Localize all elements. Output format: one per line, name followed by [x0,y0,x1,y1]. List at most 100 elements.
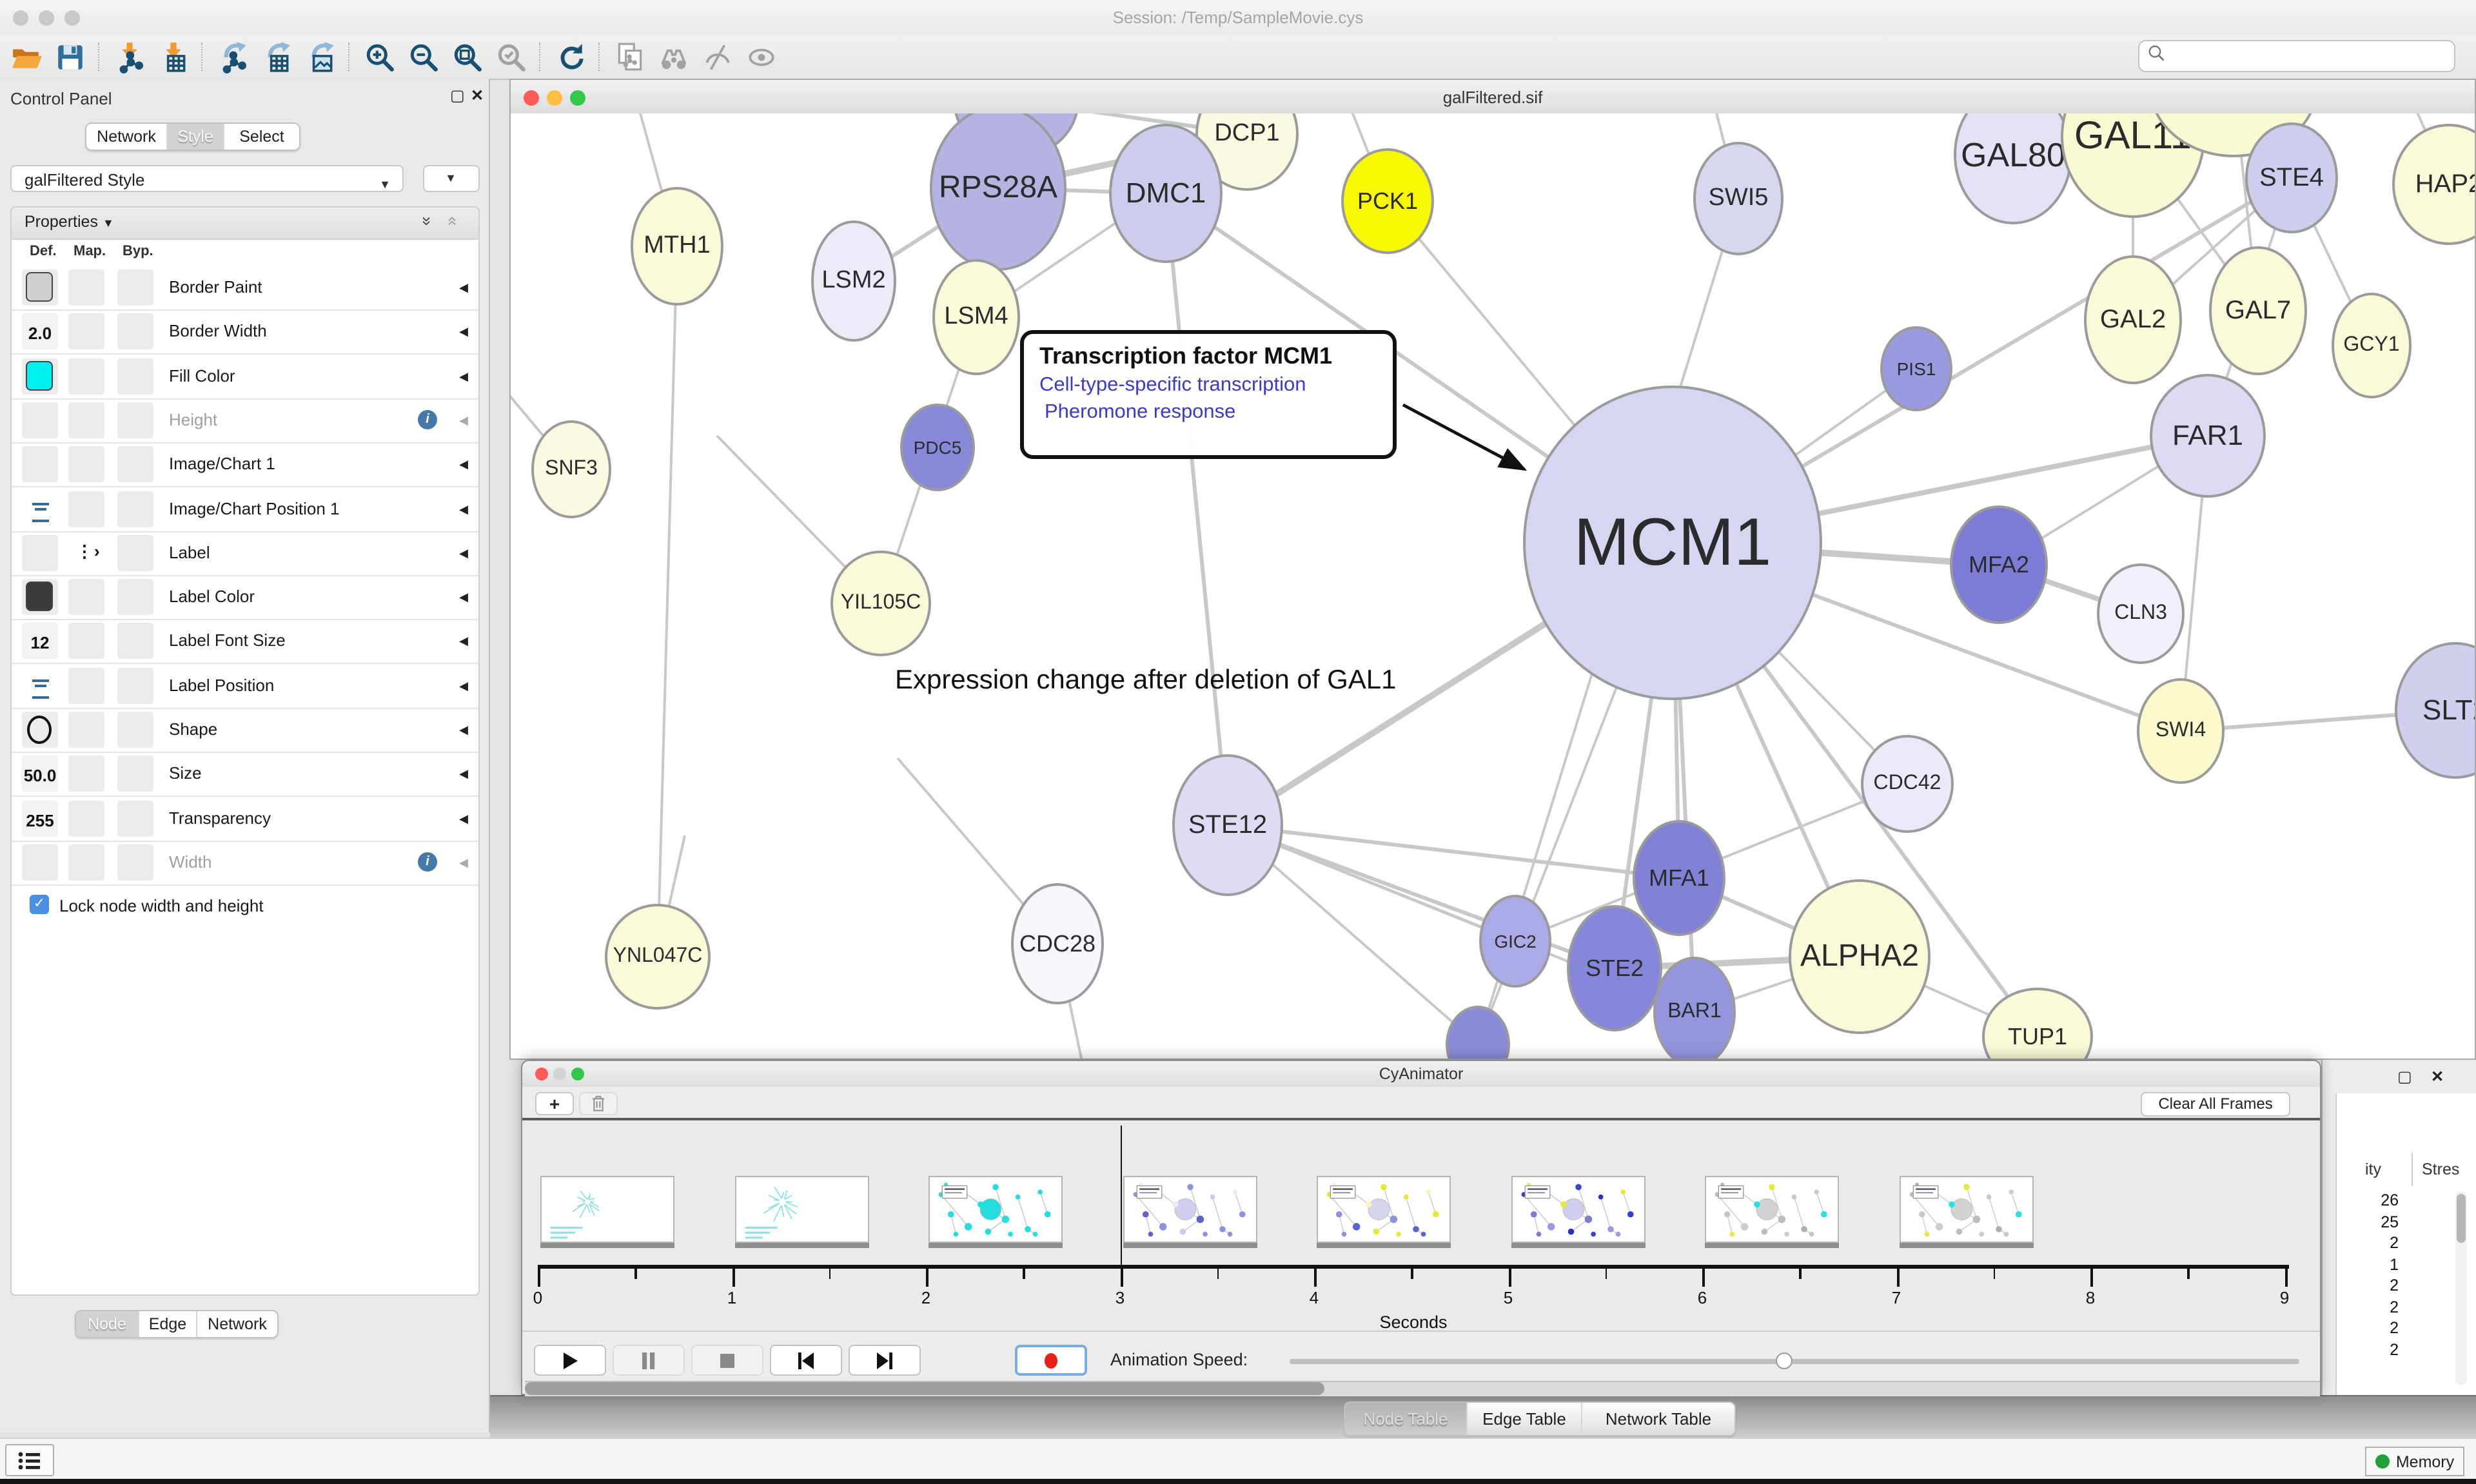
timeline-frame-7[interactable] [1899,1176,2033,1243]
property-row-border-paint[interactable]: Border Paint◀ [12,266,478,311]
prev-frame-button[interactable] [770,1345,842,1376]
expand-row-icon[interactable]: ◀ [459,768,468,782]
tab-network-table[interactable]: Network Table [1581,1403,1734,1435]
expand-row-icon[interactable]: ◀ [459,679,468,693]
default-cell[interactable]: 50.0 [22,756,58,792]
zoom-fit-button[interactable] [449,39,485,75]
tab-edge-table[interactable]: Edge Table [1466,1403,1581,1435]
bypass-cell[interactable] [117,269,153,306]
expand-row-icon[interactable]: ◀ [459,812,468,826]
bypass-cell[interactable] [117,623,153,659]
column-divider[interactable] [2412,1153,2413,1186]
style-selector[interactable]: galFiltered Style ▼ [10,165,404,192]
table-scrollbar[interactable] [2455,1191,2467,1385]
default-cell[interactable] [22,535,58,571]
default-cell[interactable]: 12 [22,623,58,659]
scrollbar-thumb[interactable] [525,1382,1324,1395]
expand-row-icon[interactable]: ◀ [459,458,468,472]
expand-row-icon[interactable]: ◀ [459,547,468,561]
mapping-cell[interactable] [68,491,104,527]
bypass-cell[interactable] [117,314,153,350]
import-network-button[interactable] [111,39,147,75]
network-node-BAR1[interactable]: BAR1 [1653,957,1736,1059]
network-node-ALPHA2[interactable]: ALPHA2 [1789,879,1931,1034]
network-node-SNF3[interactable]: SNF3 [531,420,611,518]
expand-row-icon[interactable]: ◀ [459,635,468,649]
timeline-frame-2[interactable] [928,1176,1063,1243]
property-row-size[interactable]: 50.0Size◀ [12,752,478,797]
bypass-cell[interactable] [117,579,153,615]
default-cell[interactable] [22,402,58,438]
annotation-box[interactable]: Transcription factor MCM1 Cell-type-spec… [1020,330,1397,459]
property-row-height[interactable]: Heighti◀ [12,398,478,444]
bypass-cell[interactable] [117,845,153,881]
style-options-button[interactable]: ▼ [423,165,480,192]
property-row-border-width[interactable]: 2.0Border Width◀ [12,310,478,355]
color-swatch[interactable] [26,581,53,611]
mapping-cell[interactable] [68,800,104,836]
zoom-out-button[interactable] [405,39,441,75]
network-node-CDC28[interactable]: CDC28 [1011,883,1104,1004]
zoom-in-button[interactable] [361,39,397,75]
scrollbar-thumb[interactable] [2457,1194,2466,1243]
property-row-shape[interactable]: Shape◀ [12,708,478,753]
default-cell[interactable] [22,845,58,881]
export-image-button[interactable] [302,39,338,75]
property-row-image-chart-position-1[interactable]: Image/Chart Position 1◀ [12,487,478,532]
network-node-STE12[interactable]: STE12 [1172,754,1283,896]
node-attribute-table[interactable]: ityStres2625212222 [2335,1093,2476,1395]
lock-node-size-checkbox[interactable]: ✓ [30,895,49,914]
expand-row-icon[interactable]: ◀ [459,591,468,605]
network-node-GIC2[interactable]: GIC2 [1479,895,1551,988]
play-button[interactable] [534,1345,606,1376]
add-frame-button[interactable]: + [535,1092,574,1115]
mapping-cell[interactable] [68,579,104,615]
mapping-cell[interactable] [68,446,104,482]
stop-button[interactable] [691,1345,763,1376]
show-details-button[interactable] [743,39,779,75]
mapping-cell[interactable] [68,712,104,748]
mapping-cell[interactable]: ⋮› [68,535,104,571]
task-history-button[interactable] [5,1444,54,1476]
float-panel-icon[interactable]: ▢ [450,86,465,104]
network-node-YNL047C[interactable]: YNL047C [605,904,711,1010]
pause-button[interactable] [613,1345,685,1376]
float-panel-icon[interactable]: ▢ [2397,1068,2412,1086]
default-cell[interactable]: 255 [22,800,58,836]
network-canvas[interactable]: Expression change after deletion of GAL1… [511,113,2475,1059]
network-node-STE2[interactable]: STE2 [1567,905,1662,1031]
timeline-frame-3[interactable] [1123,1176,1257,1243]
property-row-label-font-size[interactable]: 12Label Font Size◀ [12,620,478,665]
network-node-SWI5[interactable]: SWI5 [1693,142,1783,255]
bypass-cell[interactable] [117,756,153,792]
default-cell[interactable]: 2.0 [22,314,58,350]
color-swatch[interactable] [26,272,53,302]
refresh-layout-button[interactable] [552,39,588,75]
column-header-Stres[interactable]: Stres [2422,1160,2459,1178]
close-panel-icon[interactable]: ✕ [471,86,484,104]
network-node-CDC42[interactable]: CDC42 [1861,735,1954,833]
property-row-label[interactable]: ⋮›Label◀ [12,531,478,576]
timeline-frame-4[interactable] [1317,1176,1451,1243]
hide-details-button[interactable] [699,39,735,75]
annotation-link[interactable]: Pheromone response [1039,401,1377,424]
network-node-FAR1[interactable]: FAR1 [2150,374,2266,498]
network-node-PIS1[interactable]: PIS1 [1880,326,1952,411]
property-row-label-position[interactable]: Label Position◀ [12,663,478,708]
mapping-cell[interactable] [68,358,104,394]
tab-node[interactable]: Node [76,1311,138,1337]
timeline-scrollbar[interactable] [525,1381,2320,1396]
default-cell[interactable] [22,712,58,748]
default-cell[interactable] [22,491,58,527]
close-panel-icon[interactable]: ✕ [2431,1068,2444,1086]
property-row-fill-color[interactable]: Fill Color◀ [12,354,478,399]
tab-node-table[interactable]: Node Table [1345,1403,1466,1435]
mapping-cell[interactable] [68,269,104,306]
zoom-selected-button[interactable] [493,39,529,75]
network-node-GCY1[interactable]: GCY1 [2332,293,2412,398]
tab-style[interactable]: Style [166,124,223,150]
import-table-button[interactable] [155,39,191,75]
tab-edge[interactable]: Edge [138,1311,196,1337]
network-node-RPS28A[interactable]: RPS28A [930,113,1066,271]
expand-row-icon[interactable]: ◀ [459,723,468,737]
